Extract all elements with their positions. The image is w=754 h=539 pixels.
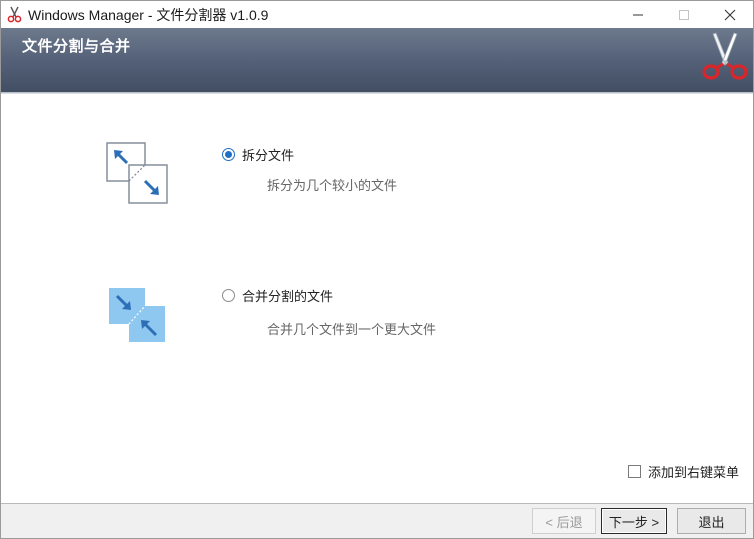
header-divider bbox=[1, 92, 753, 94]
split-file-radio[interactable]: 拆分文件 bbox=[222, 145, 294, 164]
context-menu-checkbox-label[interactable]: 添加到右键菜单 bbox=[648, 462, 739, 481]
maximize-icon bbox=[679, 9, 689, 20]
window-title: Windows Manager - 文件分割器 v1.0.9 bbox=[28, 7, 269, 23]
scissors-app-icon bbox=[7, 6, 22, 23]
scissors-icon bbox=[702, 32, 748, 80]
close-button[interactable] bbox=[707, 1, 753, 28]
split-file-icon bbox=[106, 142, 168, 204]
page-title: 文件分割与合并 bbox=[22, 38, 131, 55]
header-banner: 文件分割与合并 bbox=[1, 28, 753, 92]
merge-file-radio[interactable]: 合并分割的文件 bbox=[222, 286, 333, 305]
maximize-button[interactable] bbox=[661, 1, 707, 28]
exit-button[interactable]: 退出 bbox=[677, 508, 746, 534]
context-menu-checkbox-box[interactable] bbox=[628, 465, 641, 478]
back-button[interactable]: < 后退 bbox=[532, 508, 596, 534]
split-file-label[interactable]: 拆分文件 bbox=[242, 145, 294, 164]
title-bar[interactable]: Windows Manager - 文件分割器 v1.0.9 bbox=[1, 1, 753, 28]
file-splitter-window: Windows Manager - 文件分割器 v1.0.9 文件分割与合并 拆… bbox=[0, 0, 754, 539]
merge-file-label[interactable]: 合并分割的文件 bbox=[242, 286, 333, 305]
next-button[interactable]: 下一步 > bbox=[601, 508, 667, 534]
merge-file-icon bbox=[109, 288, 165, 342]
minimize-icon bbox=[633, 14, 643, 15]
merge-file-description: 合并几个文件到一个更大文件 bbox=[267, 322, 437, 337]
split-file-description: 拆分为几个较小的文件 bbox=[267, 178, 398, 193]
minimize-button[interactable] bbox=[615, 1, 661, 28]
add-to-context-menu-checkbox[interactable]: 添加到右键菜单 bbox=[628, 462, 739, 481]
split-radio-indicator[interactable] bbox=[222, 148, 235, 161]
close-icon bbox=[724, 9, 736, 20]
merge-radio-indicator[interactable] bbox=[222, 289, 235, 302]
